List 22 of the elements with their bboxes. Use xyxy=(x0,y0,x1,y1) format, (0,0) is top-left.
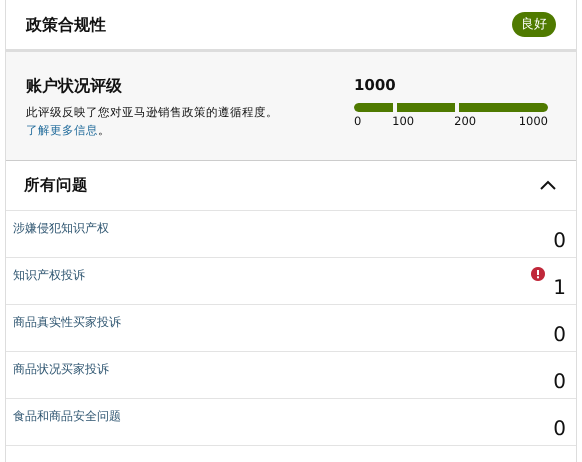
tick-label: 100 xyxy=(392,112,414,130)
issue-label[interactable]: 涉嫌侵犯知识产权 xyxy=(13,218,109,257)
collapse-caret-icon[interactable] xyxy=(540,180,556,190)
issue-count: 0 xyxy=(553,226,566,254)
rating-description: 此评级反映了您对亚马逊销售政策的遵循程度。 了解更多信息。 xyxy=(26,104,278,139)
issue-count: 0 xyxy=(553,414,566,442)
status-badge: 良好 xyxy=(512,12,556,38)
issue-label[interactable]: 商品真实性买家投诉 xyxy=(13,312,121,351)
tick-label: 1000 xyxy=(518,112,548,130)
tick-label: 200 xyxy=(454,112,476,130)
issue-label[interactable]: 商品状况买家投诉 xyxy=(13,360,109,398)
issue-count: 0 xyxy=(553,320,566,348)
tick-label: 0 xyxy=(354,112,362,130)
section-title: 所有问题 xyxy=(24,174,88,196)
issue-count: 1 xyxy=(553,274,566,301)
learn-more-link[interactable]: 了解更多信息 xyxy=(26,122,98,137)
issue-count: 0 xyxy=(553,368,566,395)
section-title: 政策合规性 xyxy=(26,14,106,36)
rating-title: 账户状况评级 xyxy=(26,75,123,97)
issue-label[interactable]: 食品和商品安全问题 xyxy=(13,406,121,445)
score-value: 1000 xyxy=(354,75,397,96)
issue-label[interactable]: 知识产权投诉 xyxy=(13,266,85,304)
